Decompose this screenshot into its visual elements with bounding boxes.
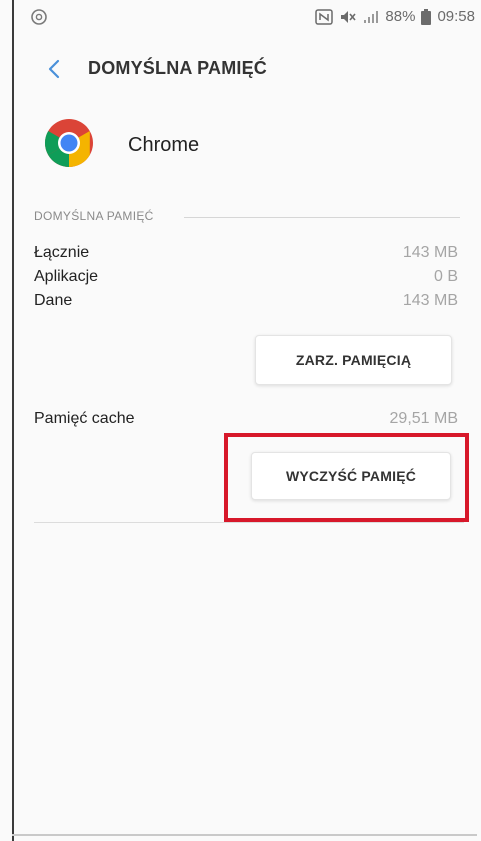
- app-header: Chrome: [14, 116, 481, 180]
- content-divider: [34, 522, 464, 523]
- chrome-logo-icon: [44, 119, 93, 167]
- row-label: Dane: [34, 292, 73, 309]
- signal-icon: [363, 10, 379, 24]
- page-title: DOMYŚLNA PAMIĘĆ: [88, 58, 268, 78]
- highlight-box: [224, 433, 469, 522]
- storage-row-total: Łącznie 143 MB: [34, 244, 462, 266]
- section-label: DOMYŚLNA PAMIĘĆ: [34, 209, 154, 223]
- nfc-icon: [315, 8, 334, 25]
- cache-label: Pamięć cache: [34, 410, 135, 427]
- app-name: Chrome: [128, 134, 200, 156]
- mute-icon: [339, 9, 357, 25]
- row-value: 0 B: [433, 268, 458, 285]
- battery-percent: 88%: [385, 8, 416, 25]
- storage-row-apps: Aplikacje 0 B: [34, 268, 462, 290]
- row-value: 143 MB: [402, 292, 458, 309]
- phone-screen: 88% 09:58 DOMYŚLNA PAMIĘĆ Chrome DOMYŚLN…: [0, 0, 481, 841]
- row-label: Aplikacje: [34, 268, 99, 285]
- app-bar: DOMYŚLNA PAMIĘĆ: [14, 34, 481, 104]
- manage-storage-button[interactable]: ZARZ. PAMIĘCIĄ: [255, 335, 452, 385]
- storage-section-header: DOMYŚLNA PAMIĘĆ: [34, 209, 464, 229]
- row-value: 143 MB: [402, 244, 458, 261]
- status-icons: 88% 09:58: [315, 8, 475, 25]
- back-arrow-icon[interactable]: [42, 56, 68, 82]
- screen-edge-bottom: [12, 834, 477, 836]
- storage-row-data: Dane 143 MB: [34, 292, 462, 314]
- battery-icon: [421, 8, 432, 25]
- clock: 09:58: [437, 8, 475, 25]
- notification-icon: [31, 9, 47, 25]
- cache-value: 29,51 MB: [389, 410, 458, 427]
- screen-edge-left: [12, 0, 14, 841]
- status-bar: 88% 09:58: [14, 0, 481, 34]
- section-divider: [184, 217, 460, 218]
- cache-row: Pamięć cache 29,51 MB: [34, 410, 462, 432]
- row-label: Łącznie: [34, 244, 90, 261]
